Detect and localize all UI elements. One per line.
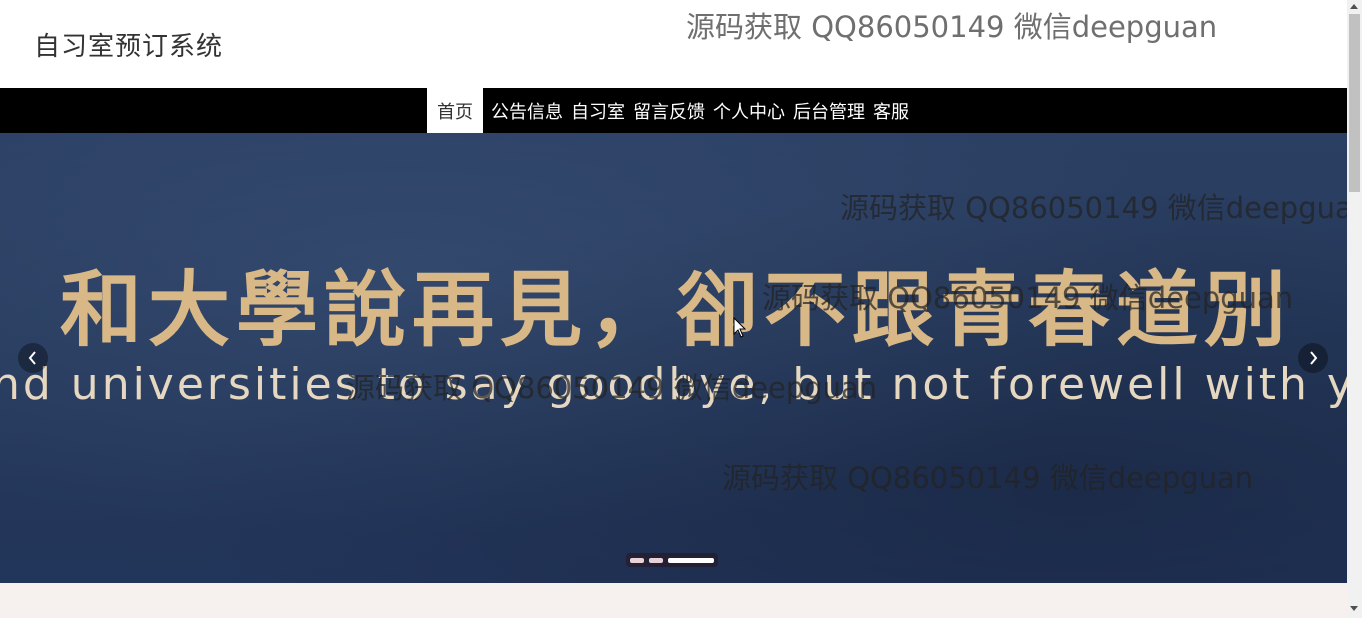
mouse-cursor-icon — [733, 316, 747, 343]
content-area — [0, 583, 1347, 618]
nav-item-announcements[interactable]: 公告信息 — [487, 88, 567, 133]
carousel-indicators — [626, 553, 718, 567]
nav-list: 首页 公告信息 自习室 留言反馈 个人中心 后台管理 客服 — [427, 88, 913, 133]
carousel-dot-3[interactable] — [668, 557, 714, 563]
main-nav: 首页 公告信息 自习室 留言反馈 个人中心 后台管理 客服 — [0, 88, 1347, 133]
banner-watermark: 源码获取 QQ86050149 微信deepguan — [346, 371, 878, 405]
site-header: 自习室预订系统 源码获取 QQ86050149 微信deepguan — [0, 0, 1347, 88]
banner-carousel[interactable]: 和大學說再見，卻不跟青春道別 nd universities to say go… — [0, 133, 1347, 583]
chevron-right-icon — [1307, 351, 1319, 365]
scroll-up-icon[interactable] — [1350, 4, 1358, 9]
carousel-dot-2[interactable] — [649, 557, 663, 563]
carousel-next-button[interactable] — [1298, 343, 1328, 373]
chevron-left-icon — [27, 351, 39, 365]
banner-watermark: 源码获取 QQ86050149 微信deepguan — [762, 281, 1294, 315]
nav-item-study-rooms[interactable]: 自习室 — [567, 88, 629, 133]
header-watermark: 源码获取 QQ86050149 微信deepguan — [686, 10, 1218, 44]
scroll-thumb[interactable] — [1349, 14, 1360, 192]
nav-item-home[interactable]: 首页 — [427, 88, 483, 133]
banner-watermark: 源码获取 QQ86050149 微信deepguan — [840, 191, 1347, 225]
page: 自习室预订系统 源码获取 QQ86050149 微信deepguan 首页 公告… — [0, 0, 1362, 618]
nav-item-personal-center[interactable]: 个人中心 — [709, 88, 789, 133]
vertical-scrollbar[interactable] — [1347, 0, 1362, 618]
scroll-down-icon[interactable] — [1350, 606, 1358, 611]
banner-watermark: 源码获取 QQ86050149 微信deepguan — [722, 461, 1254, 495]
site-title[interactable]: 自习室预订系统 — [34, 26, 223, 63]
nav-item-feedback[interactable]: 留言反馈 — [629, 88, 709, 133]
carousel-dot-1[interactable] — [630, 557, 644, 563]
nav-item-admin[interactable]: 后台管理 — [789, 88, 869, 133]
nav-item-customer-service[interactable]: 客服 — [869, 88, 913, 133]
carousel-prev-button[interactable] — [18, 343, 48, 373]
